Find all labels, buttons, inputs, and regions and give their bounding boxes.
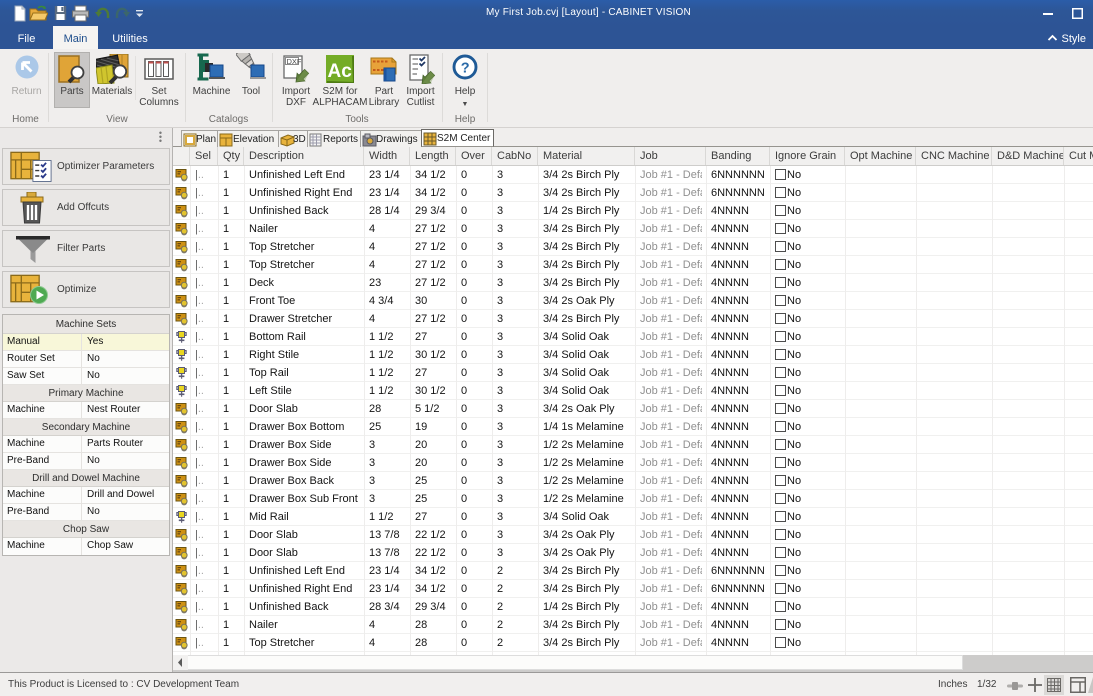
- svg-text:?: ?: [461, 61, 470, 77]
- svg-text:DXF: DXF: [287, 57, 302, 66]
- svg-text:Ac: Ac: [328, 61, 353, 82]
